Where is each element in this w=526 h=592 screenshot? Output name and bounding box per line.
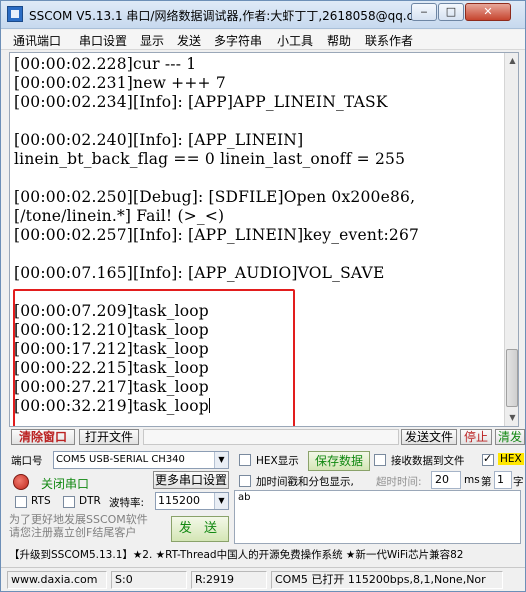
menu-item-multi-string[interactable]: 多字符串 [214, 32, 262, 49]
dtr-label: DTR [79, 495, 101, 507]
title-bar[interactable]: SSCOM V5.13.1 串口/网络数据调试器,作者:大虾丁丁,2618058… [1, 1, 525, 29]
baud-rate-label: 波特率: [109, 497, 145, 509]
menu-item-tools[interactable]: 小工具 [277, 32, 313, 49]
promo-text: 为了更好地发展SSCOM软件 请您注册嘉立创F结尾客户 [9, 513, 148, 539]
scroll-thumb[interactable] [506, 349, 518, 407]
terminal-line: [/tone/linein.*] Fail! (>_<) [14, 207, 225, 225]
send-file-button[interactable]: 发送文件 [401, 429, 457, 445]
timestamp-label: 加时间戳和分包显示, [256, 476, 354, 488]
timeout-label: 超时时间: [376, 476, 422, 488]
menu-bar: 通讯端口 串口设置 显示 发送 多字符串 小工具 帮助 联系作者 [1, 30, 525, 50]
page-input[interactable]: 1 [494, 471, 512, 489]
send-button[interactable]: 发 送 [171, 516, 229, 542]
hex-display-checkbox[interactable] [239, 454, 251, 466]
recv-to-file-checkbox[interactable] [374, 454, 386, 466]
promo-line-1: 为了更好地发展SSCOM软件 [9, 513, 148, 526]
clear-window-button[interactable]: 清除窗口 [11, 429, 75, 445]
save-data-button[interactable]: 保存数据 [308, 451, 370, 471]
file-path-field[interactable] [143, 429, 399, 445]
status-bar: www.daxia.com S:0 R:2919 COM5 已打开 115200… [1, 567, 525, 591]
highlight-box [13, 289, 295, 426]
baud-rate-select[interactable]: 115200 ▼ [155, 492, 229, 510]
port-label: 端口号 [11, 455, 43, 467]
scroll-up-arrow-icon[interactable]: ▲ [505, 53, 518, 69]
menu-item-comm-port[interactable]: 通讯端口 [13, 32, 61, 49]
chevron-down-icon[interactable]: ▼ [214, 493, 228, 509]
timestamp-checkbox[interactable] [239, 475, 251, 487]
receive-terminal[interactable]: [00:00:02.228]cur --- 1 [00:00:02.231]ne… [9, 52, 519, 427]
status-port-info: COM5 已打开 115200bps,8,1,None,Nor [271, 571, 503, 589]
terminal-line: [00:00:02.228]cur --- 1 [14, 55, 197, 73]
terminal-line: [00:00:02.231]new +++ 7 [14, 74, 226, 92]
maximize-button[interactable]: □ [438, 3, 464, 21]
menu-item-send[interactable]: 发送 [177, 32, 201, 49]
dtr-checkbox[interactable] [63, 496, 75, 508]
clear-send-button[interactable]: 清发 [495, 429, 525, 445]
terminal-line: [00:00:02.240][Info]: [APP_LINEIN] [14, 131, 304, 149]
page-label: 第 [481, 476, 492, 488]
status-website-link[interactable]: www.daxia.com [7, 571, 107, 589]
send-input[interactable]: ab [234, 490, 521, 544]
terminal-line: linein_bt_back_flag == 0 linein_last_ono… [14, 150, 406, 168]
menu-item-help[interactable]: 帮助 [327, 32, 351, 49]
stop-button[interactable]: 停止 [460, 429, 492, 445]
port-select[interactable]: COM5 USB-SERIAL CH340 ▼ [53, 451, 229, 469]
hex-display-label: HEX显示 [256, 455, 299, 467]
terminal-line: [00:00:02.234][Info]: [APP]APP_LINEIN_TA… [14, 93, 388, 111]
news-ticker[interactable]: 【升级到SSCOM5.13.1】★2. ★RT-Thread中国人的开源免费操作… [1, 546, 525, 564]
minimize-button[interactable]: ‒ [411, 3, 437, 21]
page-unit-label: 字 [513, 476, 524, 488]
port-open-indicator-icon [13, 474, 29, 490]
recv-to-file-label: 接收数据到文件 [391, 455, 465, 467]
hex-send-label: HEX [498, 453, 524, 465]
vertical-scrollbar[interactable]: ▲ ▼ [504, 53, 518, 426]
status-sent-count: S:0 [111, 571, 187, 589]
chevron-down-icon[interactable]: ▼ [214, 452, 228, 468]
baud-rate-value: 115200 [158, 494, 200, 507]
menu-item-contact-author[interactable]: 联系作者 [365, 32, 413, 49]
timeout-input[interactable]: 20 [431, 471, 461, 489]
menu-item-display[interactable]: 显示 [140, 32, 164, 49]
port-select-value: COM5 USB-SERIAL CH340 [56, 454, 185, 465]
hex-send-checkbox[interactable] [482, 452, 494, 466]
window-title: SSCOM V5.13.1 串口/网络数据调试器,作者:大虾丁丁,2618058… [29, 9, 425, 23]
open-file-button[interactable]: 打开文件 [79, 429, 139, 445]
promo-line-2: 请您注册嘉立创F结尾客户 [9, 526, 137, 539]
terminal-line: [00:00:02.257][Info]: [APP_LINEIN]key_ev… [14, 226, 420, 244]
terminal-line: [00:00:07.165][Info]: [APP_AUDIO]VOL_SAV… [14, 264, 385, 282]
timeout-unit-label: ms [464, 474, 480, 486]
rts-checkbox[interactable] [15, 496, 27, 508]
rts-label: RTS [31, 495, 51, 507]
status-received-count: R:2919 [191, 571, 267, 589]
close-button[interactable]: ✕ [465, 3, 511, 21]
more-serial-settings-button[interactable]: 更多串口设置 [153, 471, 229, 489]
terminal-line: [00:00:02.250][Debug]: [SDFILE]Open 0x20… [14, 188, 416, 206]
scroll-down-arrow-icon[interactable]: ▼ [505, 410, 518, 426]
menu-item-serial-settings[interactable]: 串口设置 [79, 32, 127, 49]
sscom-window: SSCOM V5.13.1 串口/网络数据调试器,作者:大虾丁丁,2618058… [0, 0, 526, 592]
close-port-button[interactable]: 关闭串口 [41, 475, 89, 492]
app-icon [7, 6, 23, 22]
